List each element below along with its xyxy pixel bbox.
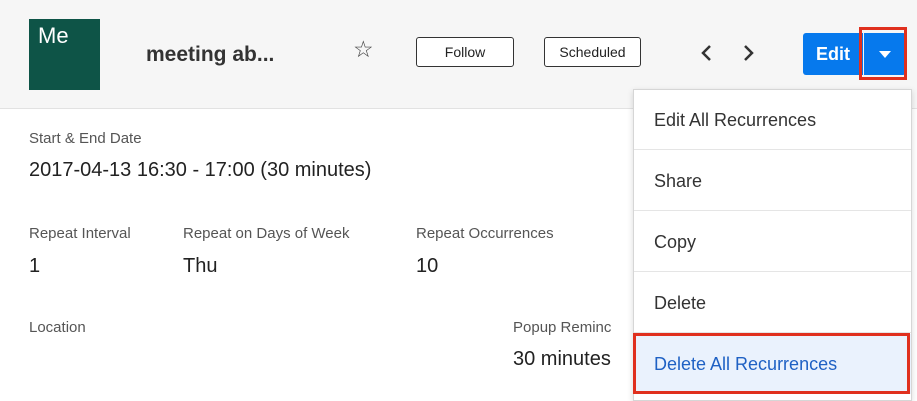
highlight-box-delete-all [633,333,910,394]
start-end-date-value: 2017-04-13 16:30 - 17:00 (30 minutes) [29,159,372,181]
record-title[interactable]: meeting ab... [146,43,274,67]
repeat-interval-value: 1 [29,255,41,277]
chevron-left-icon[interactable] [700,44,714,62]
edit-button[interactable]: Edit [803,33,863,75]
star-icon[interactable]: ☆ [353,38,374,61]
menu-item-delete[interactable]: Delete [634,273,911,333]
menu-item-edit-all-recurrences[interactable]: Edit All Recurrences [634,90,911,150]
follow-button[interactable]: Follow [416,37,514,67]
menu-item-share[interactable]: Share [634,151,911,211]
repeat-occurrences-value: 10 [416,255,439,277]
repeat-interval-label: Repeat Interval [29,225,131,242]
status-badge: Scheduled [544,37,641,67]
repeat-days-value: Thu [183,255,218,277]
repeat-occurrences-label: Repeat Occurrences [416,225,554,242]
avatar: Me [29,19,100,90]
menu-item-copy[interactable]: Copy [634,212,911,272]
popup-reminder-value: 30 minutes [513,348,611,370]
highlight-box-dropdown [859,27,907,80]
chevron-right-icon[interactable] [741,44,755,62]
location-label: Location [29,319,86,336]
start-end-date-label: Start & End Date [29,130,142,147]
repeat-days-label: Repeat on Days of Week [183,225,350,242]
popup-reminder-label: Popup Reminc [513,319,612,336]
